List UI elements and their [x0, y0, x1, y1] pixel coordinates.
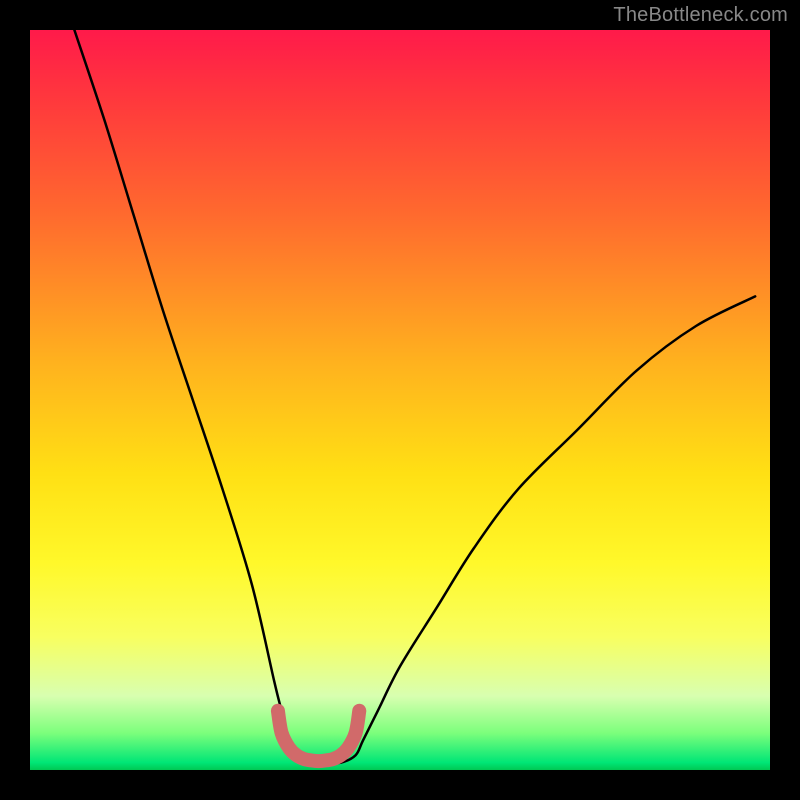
bottleneck-curve	[74, 30, 755, 763]
optimal-marker	[278, 711, 359, 761]
watermark-text: TheBottleneck.com	[613, 4, 788, 27]
curve-layer	[30, 30, 770, 770]
chart-frame: TheBottleneck.com	[0, 0, 800, 800]
plot-area	[30, 30, 770, 770]
